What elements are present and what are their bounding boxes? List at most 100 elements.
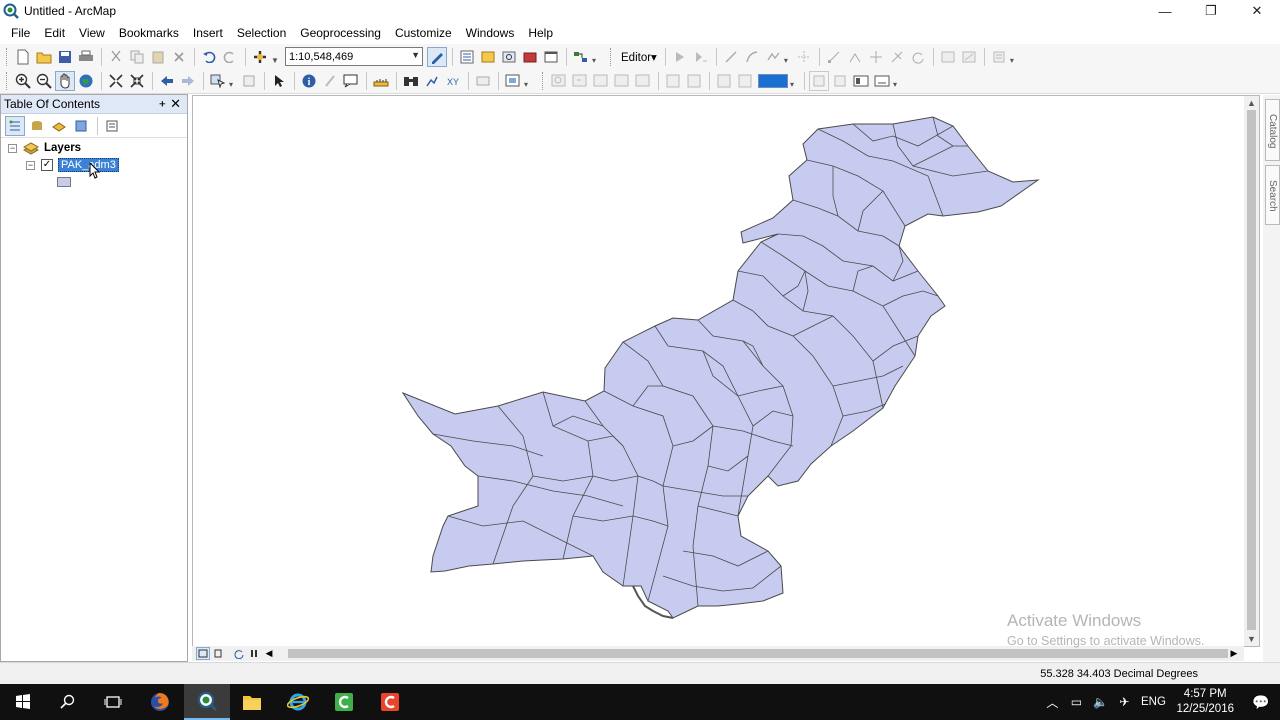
find-route-icon[interactable]	[422, 71, 442, 91]
map-vertical-scrollbar[interactable]: ▲ ▼	[1244, 96, 1259, 646]
zoom-whole-page-icon[interactable]	[612, 71, 632, 91]
list-by-visibility-icon[interactable]	[49, 116, 69, 136]
create-features-icon[interactable]	[989, 47, 1009, 67]
html-popup-icon[interactable]	[341, 71, 361, 91]
file-explorer-icon[interactable]	[229, 684, 275, 720]
layout-forward-icon[interactable]	[735, 71, 755, 91]
menu-help[interactable]: Help	[521, 26, 560, 40]
tools-toolbar-grip[interactable]	[6, 72, 9, 90]
edit-vertices-icon[interactable]	[824, 47, 844, 67]
toolbar-grip[interactable]	[6, 47, 9, 66]
hyperlink-icon[interactable]	[320, 71, 340, 91]
language-indicator[interactable]: ENG	[1137, 696, 1169, 708]
catalog-dock-tab[interactable]: Catalog	[1265, 99, 1280, 161]
chevron-down-icon[interactable]: ▼	[411, 50, 420, 60]
layout-view-icon[interactable]	[211, 647, 225, 660]
search-dock-tab[interactable]: Search	[1265, 165, 1280, 225]
find-binoculars-icon[interactable]	[401, 71, 421, 91]
print-icon[interactable]	[76, 47, 96, 67]
cut-polygons-icon[interactable]	[866, 47, 886, 67]
menu-selection[interactable]: Selection	[230, 26, 293, 40]
internet-explorer-icon[interactable]	[275, 684, 321, 720]
catalog-window-icon[interactable]	[478, 47, 498, 67]
zoom-percent-dropdown-icon[interactable]: ▾	[790, 73, 800, 89]
undo-icon[interactable]	[199, 47, 219, 67]
menu-geoprocessing[interactable]: Geoprocessing	[293, 26, 388, 40]
menu-file[interactable]: File	[4, 26, 37, 40]
pan-hand-icon[interactable]	[55, 71, 75, 91]
camtasia-recorder-icon[interactable]	[367, 684, 413, 720]
trace-icon[interactable]	[763, 47, 783, 67]
select-features-icon[interactable]	[208, 71, 228, 91]
map-scale-combobox[interactable]: 1:10,548,469 ▼	[285, 47, 423, 66]
pause-drawing-icon[interactable]	[247, 647, 261, 660]
model-builder-icon[interactable]	[571, 47, 591, 67]
layers-group-row[interactable]: − Layers	[8, 140, 81, 156]
editor-toolbar-grip[interactable]	[610, 47, 613, 66]
fixed-zoom-out-icon[interactable]	[127, 71, 147, 91]
taskbar-clock[interactable]: 4:57 PM 12/25/2016	[1176, 687, 1234, 717]
python-window-icon[interactable]	[541, 47, 561, 67]
reshape-feature-icon[interactable]	[845, 47, 865, 67]
menu-bookmarks[interactable]: Bookmarks	[112, 26, 186, 40]
show-hidden-icons-chevron-icon[interactable]: ︿	[1041, 694, 1063, 711]
maximize-button[interactable]: ❐	[1188, 0, 1234, 22]
tools-toolbar-overflow-icon[interactable]: ▾	[524, 73, 534, 89]
clear-selection-icon[interactable]	[239, 71, 259, 91]
edit-tool-icon[interactable]	[670, 47, 690, 67]
pin-icon[interactable]: ᚐ	[160, 97, 165, 110]
close-icon[interactable]: ✕	[170, 96, 181, 112]
go-back-arrow-icon[interactable]	[157, 71, 177, 91]
arcmap-taskbar-icon[interactable]	[184, 684, 230, 720]
go-to-xy-icon[interactable]: XY	[443, 71, 463, 91]
start-windows-icon[interactable]	[0, 684, 46, 720]
map-display[interactable]	[192, 95, 1260, 647]
zoom-100-icon[interactable]	[633, 71, 653, 91]
attributes-icon[interactable]	[938, 47, 958, 67]
layout-toolbar-overflow-icon[interactable]: ▾	[893, 73, 903, 89]
new-document-icon[interactable]	[13, 47, 33, 67]
layout-zoom-out-icon[interactable]	[570, 71, 590, 91]
list-by-drawing-order-icon[interactable]	[5, 115, 25, 136]
focus-data-frame-icon[interactable]	[830, 71, 850, 91]
task-view-icon[interactable]	[90, 684, 136, 720]
map-horizontal-scrollbar[interactable]: ◀ ▶	[192, 646, 1244, 661]
layout-back-icon[interactable]	[714, 71, 734, 91]
zoom-in-icon[interactable]	[13, 71, 33, 91]
data-driven-pages-icon[interactable]	[872, 71, 892, 91]
go-forward-arrow-icon[interactable]	[178, 71, 198, 91]
minimize-button[interactable]: —	[1142, 0, 1188, 22]
fixed-zoom-in-icon[interactable]	[106, 71, 126, 91]
toggle-draft-mode-icon[interactable]	[809, 71, 829, 91]
scroll-up-arrow-icon[interactable]: ▲	[1247, 98, 1256, 108]
editor-menu-button[interactable]: Editor▾	[617, 50, 661, 64]
fixed-zoom-in-layout-icon[interactable]	[663, 71, 683, 91]
layout-pan-icon[interactable]	[591, 71, 611, 91]
search-icon[interactable]	[45, 684, 91, 720]
sketch-properties-icon[interactable]	[959, 47, 979, 67]
layer-row[interactable]: − ✓ PAK_adm3	[26, 157, 119, 173]
select-features-dropdown-icon[interactable]: ▾	[229, 73, 239, 89]
airplane-mode-icon[interactable]: ✈	[1113, 695, 1135, 709]
menu-windows[interactable]: Windows	[459, 26, 522, 40]
redo-icon[interactable]	[220, 47, 240, 67]
power-icon[interactable]: ▭	[1065, 695, 1087, 709]
menu-edit[interactable]: Edit	[37, 26, 72, 40]
end-point-arc-icon[interactable]	[742, 47, 762, 67]
cut-icon[interactable]	[106, 47, 126, 67]
collapse-icon[interactable]: −	[26, 160, 35, 170]
scroll-left-arrow-icon[interactable]: ◀	[262, 647, 276, 660]
save-icon[interactable]	[55, 47, 75, 67]
identify-icon[interactable]: i	[299, 71, 319, 91]
vertical-scroll-thumb[interactable]	[1247, 110, 1256, 630]
change-layout-icon[interactable]	[851, 71, 871, 91]
menu-insert[interactable]: Insert	[186, 26, 230, 40]
full-extent-globe-icon[interactable]	[76, 71, 96, 91]
paste-icon[interactable]	[148, 47, 168, 67]
time-slider-icon[interactable]	[473, 71, 493, 91]
delete-icon[interactable]	[169, 47, 189, 67]
zoom-out-icon[interactable]	[34, 71, 54, 91]
layer-visibility-checkbox[interactable]: ✓	[41, 159, 53, 171]
zoom-percent-box[interactable]	[758, 74, 788, 88]
scroll-right-arrow-icon[interactable]: ▶	[1227, 647, 1241, 660]
